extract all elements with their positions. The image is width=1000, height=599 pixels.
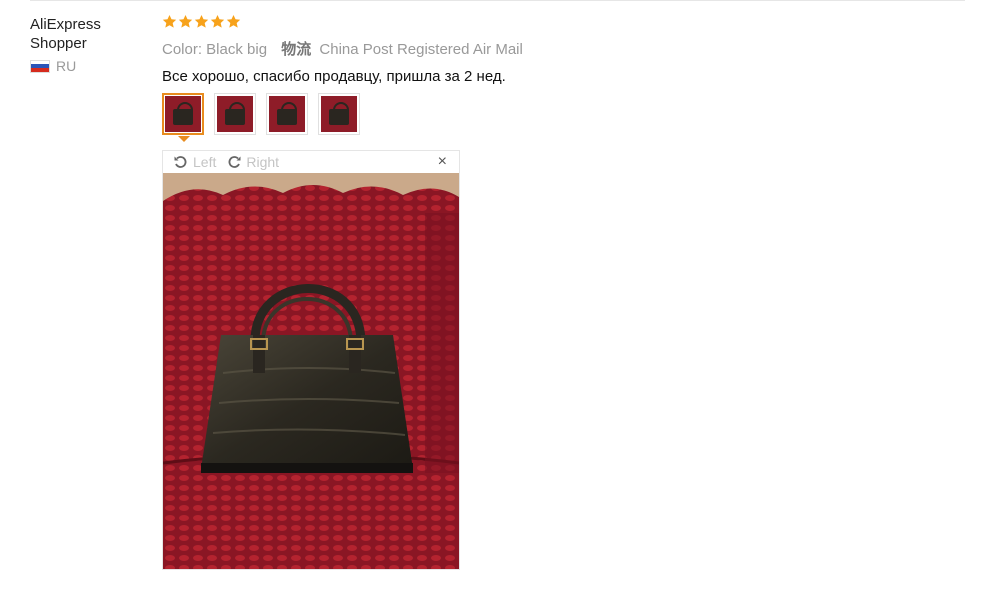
star-icon (194, 14, 209, 28)
star-icon (162, 14, 177, 28)
rotate-right-icon (228, 156, 241, 168)
rotate-right-button[interactable]: Right (226, 154, 279, 170)
star-icon (226, 14, 241, 28)
rotate-left-button[interactable]: Left (173, 154, 216, 170)
photo-viewer: Left Right × (162, 150, 460, 570)
feedback-text: Все хорошо, спасибо продавцу, пришла за … (162, 68, 506, 85)
photo-thumbnails (162, 93, 360, 135)
buyer-country: RU (30, 58, 150, 74)
buyer-name-line1: AliExpress (30, 16, 101, 33)
thumbnail-3[interactable] (266, 93, 308, 135)
flag-ru-icon (30, 59, 50, 73)
rotate-left-label: Left (193, 154, 217, 170)
review-body: Color: Black big 物流 China Post Registere… (162, 14, 962, 85)
rotate-right-label: Right (246, 154, 280, 170)
active-thumbnail-pointer (178, 136, 190, 142)
review-photo (163, 173, 459, 569)
rating-stars (162, 14, 962, 32)
logistics-value: China Post Registered Air Mail (319, 41, 523, 58)
handbag-photo (163, 173, 459, 569)
star-icon (178, 14, 193, 28)
top-divider (30, 0, 965, 1)
country-code: RU (56, 58, 77, 74)
logistics-label: 物流 (281, 41, 312, 58)
color-option: Color: Black big (162, 41, 268, 58)
buyer-name: AliExpress Shopper (30, 15, 150, 53)
order-meta: Color: Black big 物流 China Post Registere… (162, 38, 962, 59)
rotate-left-icon (174, 156, 187, 168)
thumbnail-2[interactable] (214, 93, 256, 135)
thumbnail-1[interactable] (162, 93, 204, 135)
buyer-info: AliExpress Shopper RU (30, 15, 150, 74)
buyer-name-line2: Shopper (30, 35, 87, 52)
thumbnail-4[interactable] (318, 93, 360, 135)
close-icon[interactable]: × (438, 154, 447, 170)
viewer-toolbar: Left Right × (163, 151, 459, 173)
star-icon (210, 14, 225, 28)
